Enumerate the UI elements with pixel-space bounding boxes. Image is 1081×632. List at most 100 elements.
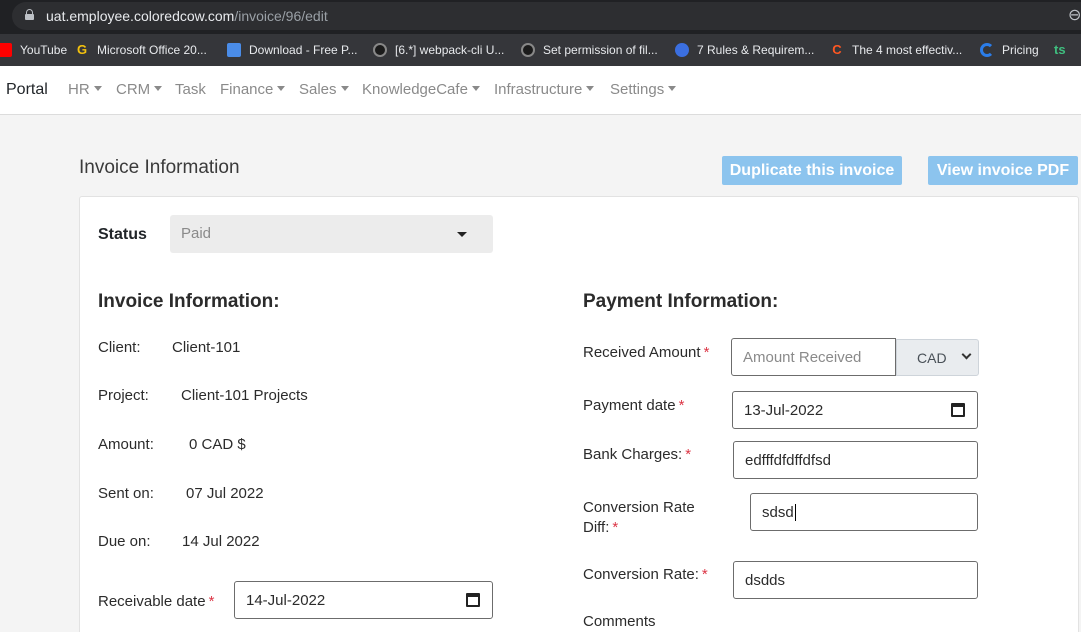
nav-task[interactable]: Task [175, 81, 206, 98]
bookmark-permission[interactable]: Set permission of fil... [521, 41, 658, 59]
due-on-label: Due on: [98, 533, 151, 550]
calendar-icon[interactable] [466, 593, 480, 607]
caret-down-icon [93, 86, 102, 91]
nav-label: Finance [220, 81, 274, 98]
caret-down-icon [277, 86, 286, 91]
share-icon[interactable]: ⊖ [1068, 6, 1081, 26]
bookmark-label: YouTube [20, 43, 68, 57]
browser-url-bar: uat.employee.coloredcow.com/invoice/96/e… [0, 0, 1081, 34]
client-label: Client: [98, 339, 141, 356]
nav-label: HR [68, 81, 90, 98]
invoice-info-heading: Invoice Information: [98, 291, 280, 312]
received-amount-label-text: Received Amount [583, 344, 701, 361]
nav-label: Settings [610, 81, 665, 98]
sent-on-value: 07 Jul 2022 [186, 485, 264, 502]
bookmark-download[interactable]: Download - Free P... [227, 41, 358, 59]
c-icon: C [832, 42, 842, 57]
bookmark-label: Set permission of fil... [543, 43, 658, 57]
app-navbar: Portal HR CRM Task Finance Sales Knowled… [0, 66, 1081, 115]
bookmark-label: [6.*] webpack-cli U... [395, 43, 505, 57]
duplicate-invoice-button[interactable]: Duplicate this invoice [722, 156, 902, 185]
caret-down-icon [457, 232, 467, 237]
view-pdf-button[interactable]: View invoice PDF [928, 156, 1078, 185]
comments-label: Comments [583, 613, 656, 630]
nav-label: Infrastructure [494, 81, 583, 98]
status-select[interactable]: Paid [170, 215, 493, 253]
github-icon [373, 43, 387, 57]
conversion-diff-label-line2: Diff: * [583, 519, 695, 536]
due-on-row: Due on: 14 Jul 2022 [98, 533, 260, 550]
bookmark-pricing[interactable]: Pricing [980, 41, 1039, 59]
amount-row: Amount: 0 CAD $ [98, 436, 246, 453]
page-title: Invoice Information [79, 157, 240, 178]
pricing-icon [980, 43, 994, 57]
conversion-diff-value: sdsd [762, 503, 794, 521]
nav-label: KnowledgeCafe [362, 81, 468, 98]
seven-icon [675, 43, 689, 57]
bookmark-label: 7 Rules & Requirem... [697, 43, 815, 57]
nav-label: CRM [116, 81, 151, 98]
bookmark-effective[interactable]: C The 4 most effectiv... [830, 41, 962, 59]
ts-icon: ts [1054, 42, 1066, 57]
bookmark-label: The 4 most effectiv... [852, 43, 963, 57]
conversion-rate-diff-label: Conversion Rate Diff: * [583, 499, 695, 536]
project-row: Project: Client-101 Projects [98, 387, 308, 404]
payment-info-heading: Payment Information: [583, 291, 779, 312]
conversion-diff-label-line1: Conversion Rate [583, 499, 695, 516]
receivable-date-input[interactable]: 14-Jul-2022 [234, 581, 493, 619]
bookmark-office[interactable]: G Microsoft Office 20... [75, 41, 207, 59]
nav-brand[interactable]: Portal [6, 81, 48, 99]
bookmark-ts[interactable]: ts [1054, 41, 1078, 59]
receivable-label-text: Receivable date [98, 593, 206, 610]
bookmark-webpack[interactable]: [6.*] webpack-cli U... [373, 41, 504, 59]
bank-charges-label-text: Bank Charges: [583, 446, 683, 463]
conversion-rate-value: dsdds [745, 571, 786, 589]
bookmark-label: Microsoft Office 20... [97, 43, 207, 57]
lock-icon[interactable] [25, 9, 34, 20]
required-mark: * [678, 397, 685, 414]
url-host: uat.employee.coloredcow.com [46, 8, 235, 24]
url-text[interactable]: uat.employee.coloredcow.com/invoice/96/e… [46, 8, 328, 24]
sent-on-row: Sent on: 07 Jul 2022 [98, 485, 264, 502]
nav-infrastructure[interactable]: Infrastructure [494, 81, 595, 98]
caret-down-icon [154, 86, 163, 91]
caret-down-icon [668, 86, 677, 91]
g-icon: G [76, 42, 88, 57]
nav-hr[interactable]: HR [68, 81, 102, 98]
payment-date-input[interactable]: 13-Jul-2022 [732, 391, 978, 429]
conversion-rate-label-text: Conversion Rate: [583, 566, 699, 583]
bookmark-label: Pricing [1002, 43, 1039, 57]
status-value: Paid [181, 225, 212, 242]
calendar-icon[interactable] [951, 403, 965, 417]
bookmark-youtube[interactable]: YouTube [0, 41, 67, 59]
currency-select[interactable]: CAD [896, 339, 979, 376]
nav-crm[interactable]: CRM [116, 81, 163, 98]
payment-date-label-text: Payment date [583, 397, 676, 414]
github-icon [521, 43, 535, 57]
received-amount-label: Received Amount * [583, 344, 709, 361]
required-mark: * [685, 446, 692, 463]
required-mark: * [703, 344, 710, 361]
conversion-rate-diff-input[interactable]: sdsd [750, 493, 978, 531]
required-mark: * [701, 566, 708, 583]
payment-date-label: Payment date * [583, 397, 684, 414]
required-mark: * [208, 593, 215, 610]
sent-on-label: Sent on: [98, 485, 154, 502]
nav-knowledgecafe[interactable]: KnowledgeCafe [362, 81, 480, 98]
caret-down-icon [586, 86, 595, 91]
nav-sales[interactable]: Sales [299, 81, 349, 98]
bookmark-rules[interactable]: 7 Rules & Requirem... [675, 41, 814, 59]
project-value: Client-101 Projects [181, 387, 308, 404]
nav-finance[interactable]: Finance [220, 81, 286, 98]
nav-settings[interactable]: Settings [610, 81, 677, 98]
caret-down-icon [340, 86, 349, 91]
nav-label: Task [175, 81, 206, 98]
amount-value: 0 CAD $ [189, 436, 246, 453]
bank-charges-value: edfffdfdffdfsd [745, 451, 831, 469]
amount-received-input[interactable]: Amount Received [731, 338, 896, 376]
due-on-value: 14 Jul 2022 [182, 533, 260, 550]
bank-charges-input[interactable]: edfffdfdffdfsd [733, 441, 978, 479]
client-row: Client: Client-101 [98, 339, 240, 356]
conversion-rate-input[interactable]: dsdds [733, 561, 978, 599]
receivable-date-label: Receivable date * [98, 593, 214, 610]
